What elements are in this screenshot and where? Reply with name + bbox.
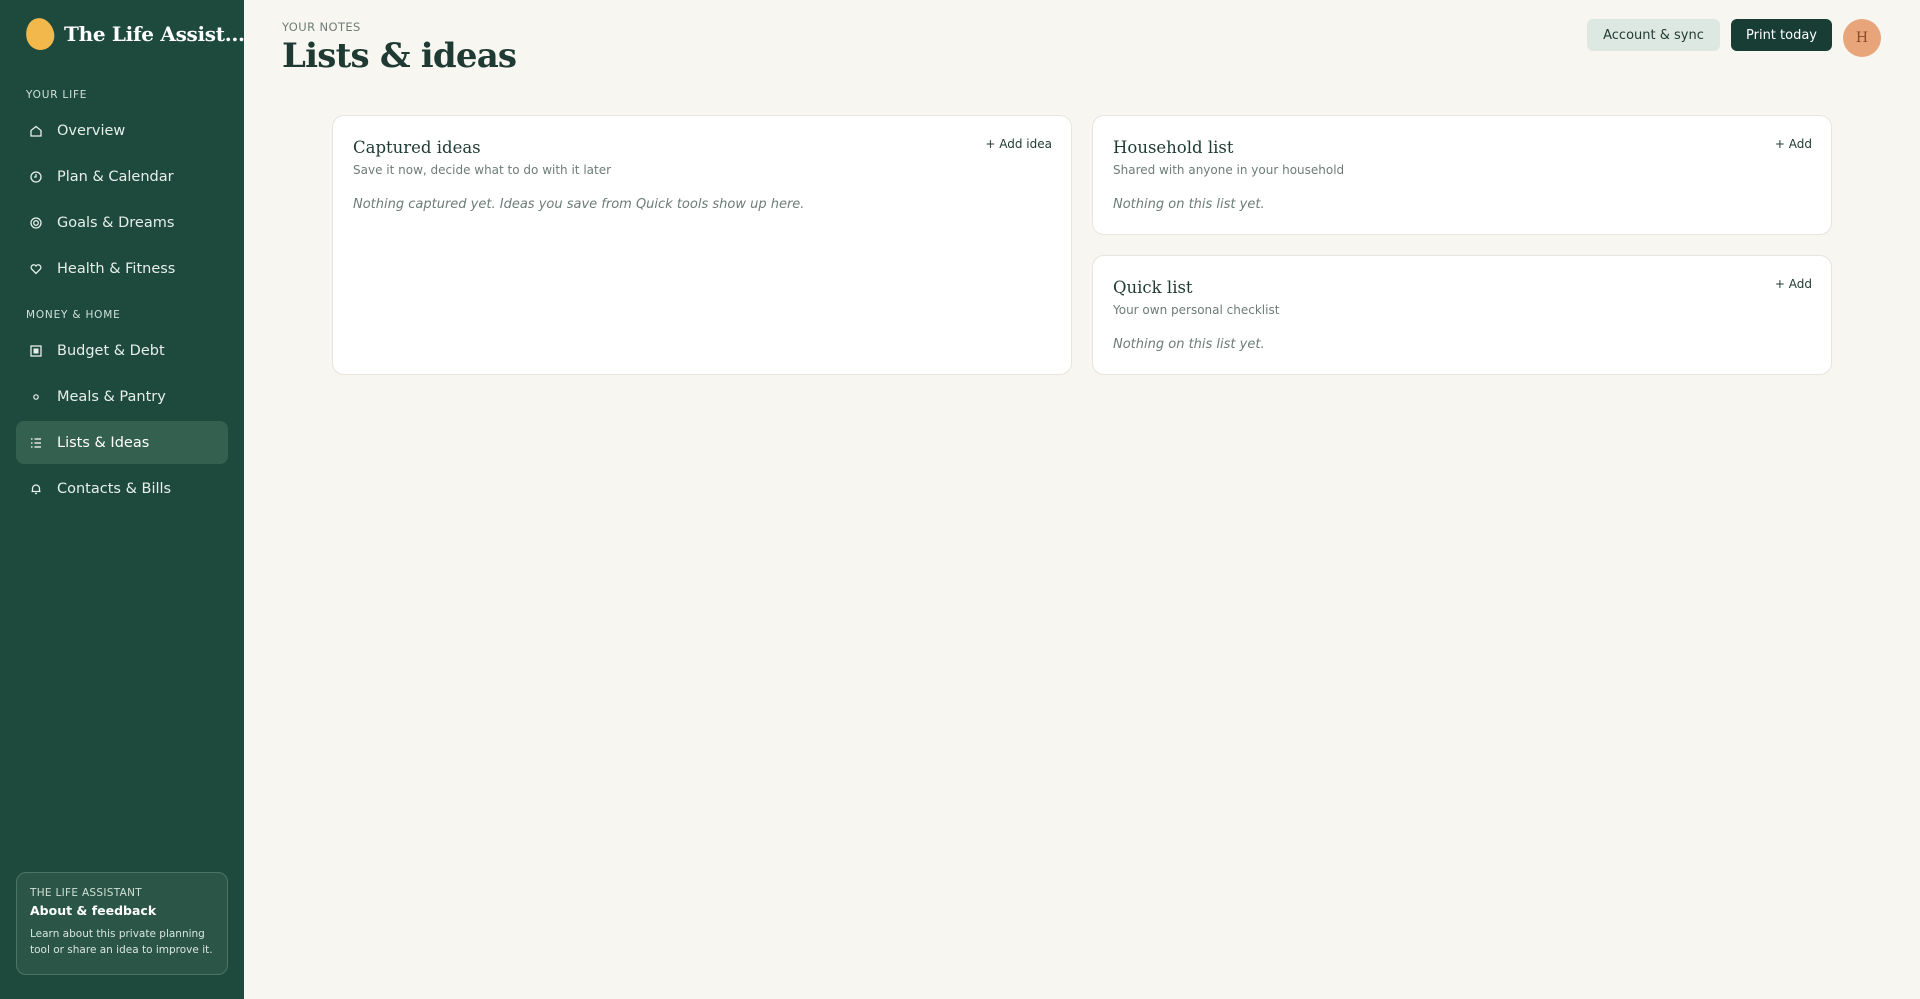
captured-ideas-card: Captured ideas Save it now, decide what … [332, 115, 1072, 375]
account-sync-button[interactable]: Account & sync [1587, 19, 1720, 51]
card-title: Captured ideas [353, 138, 481, 157]
target-icon [28, 215, 44, 231]
sidebar-item-lists-ideas[interactable]: Lists & Ideas [16, 421, 228, 464]
sidebar-item-label: Budget & Debt [57, 342, 165, 359]
section-label-your-life: YOUR LIFE [26, 89, 88, 101]
add-idea-button[interactable]: + Add idea [985, 137, 1052, 151]
circle-icon [28, 389, 44, 405]
about-title: About & feedback [30, 903, 157, 918]
sidebar-item-label: Overview [57, 122, 126, 139]
sidebar-item-health-fitness[interactable]: Health & Fitness [16, 247, 228, 290]
sidebar-item-label: Plan & Calendar [57, 168, 174, 185]
brand-name: The Life Assist... [64, 22, 245, 46]
add-quick-item-button[interactable]: + Add [1775, 277, 1812, 291]
card-empty-message: Nothing on this list yet. [1113, 197, 1265, 212]
print-today-button[interactable]: Print today [1731, 19, 1832, 51]
list-icon [28, 435, 44, 451]
card-empty-message: Nothing on this list yet. [1113, 337, 1265, 352]
sidebar: The Life Assist... YOUR LIFE Overview Pl… [0, 0, 245, 999]
heart-icon [28, 261, 44, 277]
page-title: Lists & ideas [282, 36, 517, 76]
sidebar-item-meals-pantry[interactable]: Meals & Pantry [16, 375, 228, 418]
card-title: Household list [1113, 138, 1234, 157]
about-feedback-card[interactable]: THE LIFE ASSISTANT About & feedback Lear… [16, 872, 228, 975]
home-icon [28, 123, 44, 139]
household-list-card: Household list Shared with anyone in you… [1092, 115, 1832, 235]
card-subtitle: Save it now, decide what to do with it l… [353, 163, 612, 177]
about-text: Learn about this private planning tool o… [30, 928, 213, 956]
wallet-icon [28, 343, 44, 359]
sidebar-item-contacts-bills[interactable]: Contacts & Bills [16, 467, 228, 510]
add-household-item-button[interactable]: + Add [1775, 137, 1812, 151]
card-subtitle: Your own personal checklist [1113, 303, 1280, 317]
quick-list-card: Quick list Your own personal checklist N… [1092, 255, 1832, 375]
sidebar-item-overview[interactable]: Overview [16, 109, 228, 152]
sidebar-item-goals-dreams[interactable]: Goals & Dreams [16, 201, 228, 244]
about-kicker: THE LIFE ASSISTANT [30, 887, 142, 899]
card-subtitle: Shared with anyone in your household [1113, 163, 1345, 177]
sidebar-item-budget-debt[interactable]: Budget & Debt [16, 329, 228, 372]
section-label-money-home: MONEY & HOME [26, 309, 121, 321]
bell-icon [28, 481, 44, 497]
card-empty-message: Nothing captured yet. Ideas you save fro… [353, 197, 805, 212]
sidebar-item-label: Goals & Dreams [57, 214, 175, 231]
sidebar-item-label: Lists & Ideas [57, 434, 150, 451]
sidebar-item-label: Contacts & Bills [57, 480, 172, 497]
sidebar-item-label: Meals & Pantry [57, 388, 166, 405]
clock-icon [28, 169, 44, 185]
card-title: Quick list [1113, 278, 1193, 297]
sidebar-item-plan-calendar[interactable]: Plan & Calendar [16, 155, 228, 198]
sidebar-item-label: Health & Fitness [57, 260, 176, 277]
brand-logo-icon [22, 15, 58, 53]
avatar[interactable]: H [1843, 19, 1881, 57]
page-kicker: YOUR NOTES [282, 20, 361, 34]
brand[interactable]: The Life Assist... [22, 15, 245, 53]
